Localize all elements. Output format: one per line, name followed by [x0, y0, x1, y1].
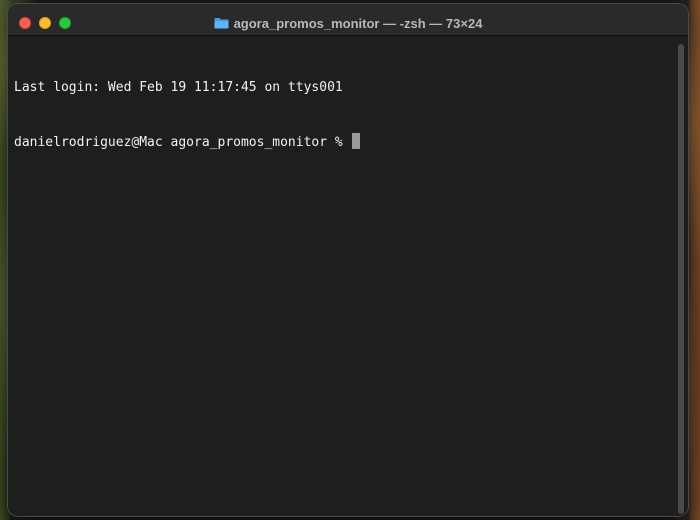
terminal-output: Last login: Wed Feb 19 11:17:45 on ttys0… [14, 43, 360, 187]
terminal-window: agora_promos_monitor — -zsh — 73×24 Last… [8, 4, 688, 516]
folder-icon [214, 17, 229, 29]
title-bar[interactable]: agora_promos_monitor — -zsh — 73×24 [8, 4, 688, 36]
shell-prompt: danielrodriguez@Mac agora_promos_monitor… [14, 135, 351, 150]
scroll-thumb[interactable] [678, 44, 684, 514]
window-title: agora_promos_monitor — -zsh — 73×24 [233, 15, 483, 31]
terminal-content[interactable]: Last login: Wed Feb 19 11:17:45 on ttys0… [8, 36, 688, 516]
vertical-scrollbar[interactable] [674, 36, 688, 516]
text-cursor [351, 133, 360, 149]
last-login-line: Last login: Wed Feb 19 11:17:45 on ttys0… [14, 80, 343, 95]
window-title-group: agora_promos_monitor — -zsh — 73×24 [8, 15, 688, 31]
prompt-line[interactable]: danielrodriguez@Mac agora_promos_monitor… [14, 133, 360, 151]
